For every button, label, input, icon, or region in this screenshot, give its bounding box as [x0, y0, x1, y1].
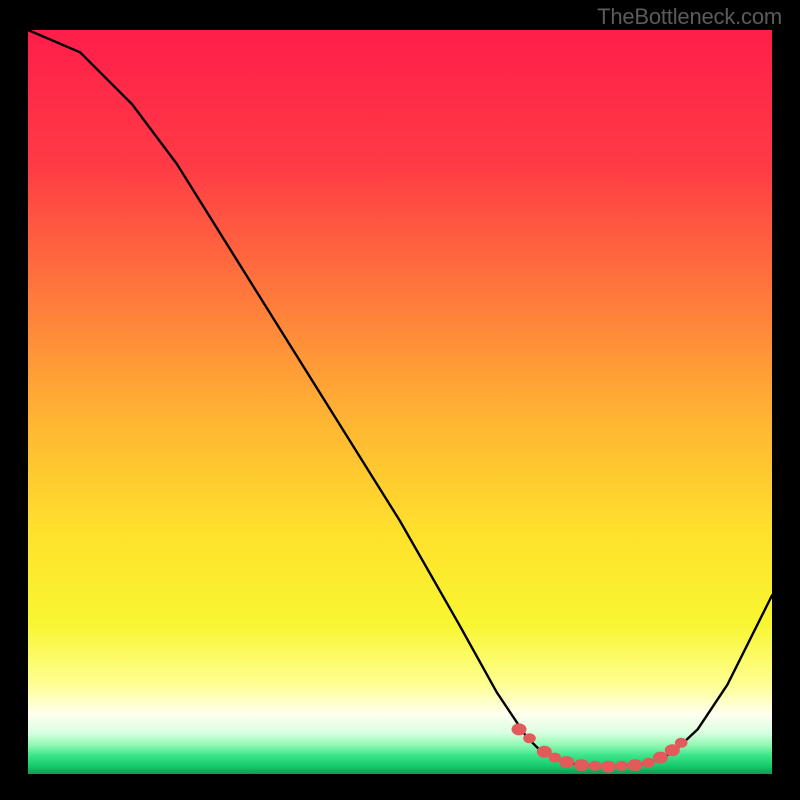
- gradient-background: [28, 30, 772, 774]
- data-marker: [601, 761, 616, 773]
- data-marker: [653, 752, 668, 764]
- data-marker: [589, 761, 602, 771]
- data-marker: [642, 758, 655, 768]
- data-marker: [523, 733, 536, 743]
- data-marker: [628, 759, 643, 771]
- bottleneck-chart: [0, 0, 800, 800]
- chart-stage: TheBottleneck.com: [0, 0, 800, 800]
- data-marker: [615, 761, 628, 771]
- data-marker: [512, 723, 527, 735]
- data-marker: [574, 759, 589, 771]
- data-marker: [549, 753, 562, 763]
- data-marker: [675, 738, 688, 748]
- data-marker: [559, 756, 574, 768]
